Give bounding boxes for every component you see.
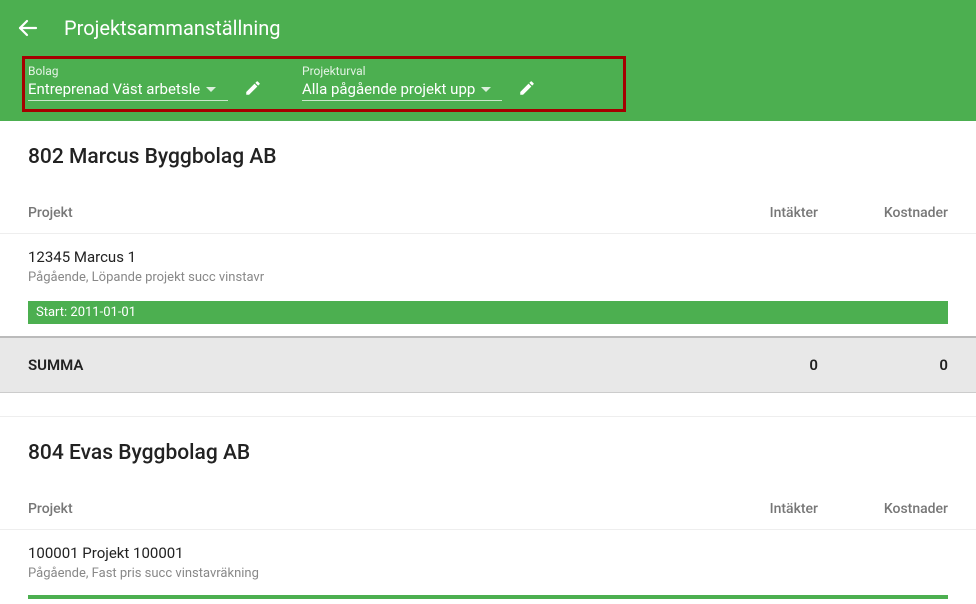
filter-projekturval-value: Alla pågående projekt upp [302,80,475,98]
col-kostnader-header: Kostnader [818,501,948,517]
project-name: 12345 Marcus 1 [28,248,948,266]
col-intakter-header: Intäkter [678,501,818,517]
back-icon[interactable] [16,16,40,40]
pencil-icon[interactable] [244,79,262,97]
project-sub: Pågående, Löpande projekt succ vinstavr [28,270,948,285]
table-header: Projekt Intäkter Kostnader [0,477,976,529]
col-project-header: Projekt [28,205,678,221]
pencil-icon[interactable] [518,79,536,97]
filter-bolag-group: Bolag Entreprenad Väst arbetsle [28,64,262,101]
table-header: Projekt Intäkter Kostnader [0,181,976,233]
summa-intakter: 0 [678,356,818,374]
content: 802 Marcus Byggbolag AB Projekt Intäkter… [0,121,976,599]
app-header: Projektsammanställning Bolag Entreprenad… [0,0,976,121]
summa-label: SUMMA [28,356,678,374]
project-timeline-bar: Start: 2011-01-01 [28,301,948,324]
section-title: 802 Marcus Byggbolag AB [0,121,976,181]
col-intakter-header: Intäkter [678,205,818,221]
chevron-down-icon [206,87,216,92]
project-name: 100001 Projekt 100001 [28,544,948,562]
table-row[interactable]: 12345 Marcus 1 Pågående, Löpande projekt… [0,233,976,293]
col-kostnader-header: Kostnader [818,205,948,221]
filter-projekturval-group: Projekturval Alla pågående projekt upp [302,64,536,101]
filter-projekturval-value-row[interactable]: Alla pågående projekt upp [302,80,502,101]
filter-bolag[interactable]: Bolag Entreprenad Väst arbetsle [28,64,228,101]
summa-kostnader: 0 [818,356,948,374]
project-timeline-bar [28,595,948,599]
header-top: Projektsammanställning [16,0,960,56]
project-bar-label: Start: 2011-01-01 [36,305,136,320]
filter-bolag-value-row[interactable]: Entreprenad Väst arbetsle [28,80,228,101]
filter-row: Bolag Entreprenad Väst arbetsle Projektu… [16,56,960,121]
section-title: 804 Evas Byggbolag AB [0,417,976,477]
filter-bolag-value: Entreprenad Väst arbetsle [28,80,200,98]
filter-projekturval[interactable]: Projekturval Alla pågående projekt upp [302,64,502,101]
page-title: Projektsammanställning [64,16,281,40]
chevron-down-icon [481,87,491,92]
filter-projekturval-label: Projekturval [302,64,502,78]
filter-bolag-label: Bolag [28,64,228,78]
project-sub: Pågående, Fast pris succ vinstavräkning [28,566,948,581]
summa-row: SUMMA 0 0 [0,336,976,393]
table-row[interactable]: 100001 Projekt 100001 Pågående, Fast pri… [0,529,976,589]
section-gap [0,393,976,417]
col-project-header: Projekt [28,501,678,517]
